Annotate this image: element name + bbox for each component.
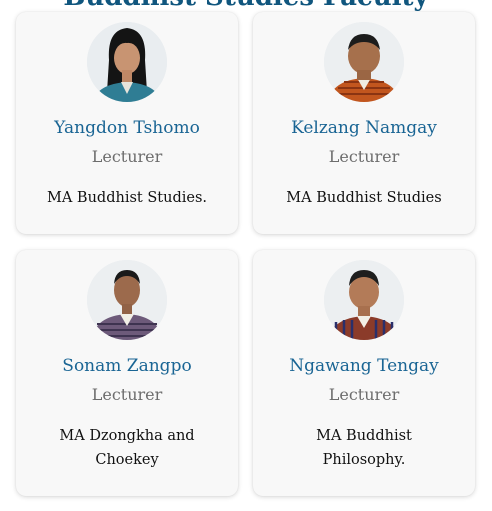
staff-card[interactable]: Sonam Zangpo Lecturer MA Dzongkha and Ch… — [16, 250, 238, 496]
staff-card[interactable]: Ngawang Tengay Lecturer MA Buddhist Phil… — [253, 250, 475, 496]
person-photo-icon — [87, 260, 167, 340]
staff-card[interactable]: Kelzang Namgay Lecturer MA Buddhist Stud… — [253, 12, 475, 234]
staff-photo — [87, 260, 167, 340]
staff-role: Lecturer — [91, 385, 163, 404]
person-photo-icon — [324, 260, 404, 340]
staff-name[interactable]: Kelzang Namgay — [253, 117, 475, 139]
staff-qualification: MA Dzongkha and Choekey — [59, 428, 195, 468]
staff-name[interactable]: Sonam Zangpo — [16, 355, 238, 377]
staff-qualification: MA Buddhist Philosophy. — [316, 428, 412, 468]
staff-role: Lecturer — [328, 385, 400, 404]
staff-photo — [324, 260, 404, 340]
staff-qualification: MA Buddhist Studies. — [47, 190, 207, 206]
staff-photo — [87, 22, 167, 102]
staff-card[interactable]: Yangdon Tshomo Lecturer MA Buddhist Stud… — [16, 12, 238, 234]
section-heading: Buddhist Studies Faculty — [0, 0, 492, 10]
person-photo-icon — [87, 22, 167, 102]
staff-role: Lecturer — [91, 147, 163, 166]
staff-qualification: MA Buddhist Studies — [286, 190, 442, 206]
staff-name[interactable]: Yangdon Tshomo — [16, 117, 238, 139]
staff-photo — [324, 22, 404, 102]
staff-role: Lecturer — [328, 147, 400, 166]
staff-name[interactable]: Ngawang Tengay — [253, 355, 475, 377]
person-photo-icon — [324, 22, 404, 102]
